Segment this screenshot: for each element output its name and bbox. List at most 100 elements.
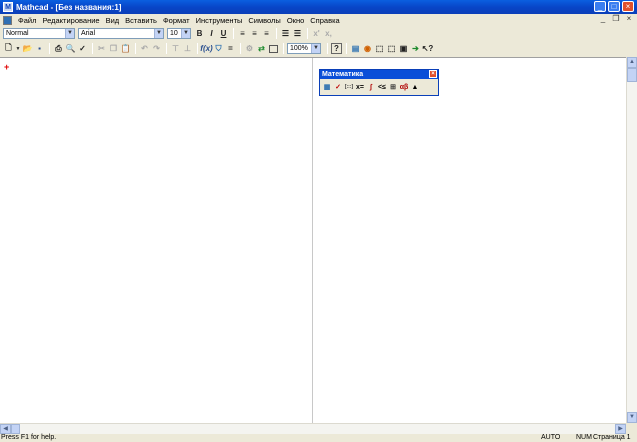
menu-format[interactable]: Формат	[160, 16, 193, 25]
resource-globe-icon[interactable]: ◉	[362, 43, 373, 54]
spellcheck-icon[interactable]: ✓	[77, 43, 88, 54]
calculate-icon[interactable]: =	[225, 43, 236, 54]
calculator-palette-icon[interactable]: ▦	[322, 82, 332, 92]
toolbar-separator	[233, 28, 234, 39]
calculus-palette-icon[interactable]: ∫	[366, 82, 376, 92]
chevron-down-icon: ▼	[154, 29, 163, 38]
new-dropdown-icon[interactable]: ▼	[15, 43, 21, 54]
palette-title-bar[interactable]: Математика ×	[320, 70, 438, 79]
horizontal-scroll-thumb[interactable]	[11, 424, 20, 434]
align-center-button[interactable]: ≡	[249, 28, 260, 39]
font-select[interactable]: Arial ▼	[78, 28, 164, 39]
math-palette: Математика × ▦ ✓ [:::] x= ∫ <≤ ⊞ αβ ▲	[319, 69, 439, 96]
doc-close-button[interactable]: ×	[624, 14, 634, 24]
boolean-palette-icon[interactable]: <≤	[377, 82, 387, 92]
document-icon[interactable]	[3, 15, 12, 25]
status-bar: Press F1 for help. AUTO NUM Страница 1	[0, 434, 637, 442]
print-preview-icon[interactable]: 🔍	[65, 43, 76, 54]
scroll-down-icon[interactable]: ▼	[627, 412, 637, 423]
toolbar-separator	[276, 28, 277, 39]
toolbar-separator	[197, 43, 198, 54]
chevron-down-icon: ▼	[181, 29, 190, 38]
menu-help[interactable]: Справка	[307, 16, 342, 25]
status-auto: AUTO	[541, 434, 561, 441]
resource-center-icon[interactable]: ⇄	[256, 43, 267, 54]
title-bar[interactable]: M Mathcad - [Без названия:1] _ □ ×	[0, 0, 637, 14]
vertical-scroll-thumb[interactable]	[627, 68, 637, 82]
menu-symbolics[interactable]: Символы	[245, 16, 283, 25]
font-size-value: 10	[170, 30, 178, 37]
scroll-left-icon[interactable]: ◀	[0, 424, 11, 434]
component-wizard-icon[interactable]: ⬚	[374, 43, 385, 54]
zoom-select[interactable]: 100% ▼	[287, 43, 321, 54]
style-value: Normal	[6, 30, 29, 37]
help-button[interactable]: ?	[331, 43, 342, 54]
insert-component-icon[interactable]: ⚙	[244, 43, 255, 54]
menu-insert[interactable]: Вставить	[122, 16, 160, 25]
maximize-button[interactable]: □	[608, 1, 620, 12]
scripted-component-icon[interactable]: ⬚	[386, 43, 397, 54]
evaluation-palette-icon[interactable]: x=	[355, 82, 365, 92]
status-num: NUM	[576, 434, 592, 441]
superscript-button[interactable]: x,	[323, 28, 334, 39]
align-right-button[interactable]: ≡	[261, 28, 272, 39]
symbolic-palette-icon[interactable]: ▲	[410, 82, 420, 92]
menu-window[interactable]: Окно	[284, 16, 307, 25]
matrix-palette-icon[interactable]: [:::]	[344, 82, 354, 92]
align-left-button[interactable]: ≡	[237, 28, 248, 39]
subscript-button[interactable]: x'	[311, 28, 322, 39]
scroll-right-icon[interactable]: ▶	[615, 424, 626, 434]
graph-palette-icon[interactable]: ✓	[333, 82, 343, 92]
undo-icon[interactable]: ↶	[139, 43, 150, 54]
copy-icon[interactable]: ❐	[108, 43, 119, 54]
horizontal-scrollbar[interactable]: ◀ ▶	[0, 423, 626, 434]
toolbar-separator	[135, 43, 136, 54]
camera-icon[interactable]: ▣	[398, 43, 409, 54]
paste-icon[interactable]: 📋	[120, 43, 131, 54]
menu-edit[interactable]: Редактирование	[39, 16, 102, 25]
insert-function-icon[interactable]: f(x)	[200, 43, 212, 54]
style-select[interactable]: Normal ▼	[3, 28, 75, 39]
zoom-value: 100%	[290, 45, 308, 52]
align-across-icon[interactable]: ⊥	[182, 43, 193, 54]
menu-tools[interactable]: Инструменты	[193, 16, 246, 25]
close-button[interactable]: ×	[622, 1, 634, 12]
standard-toolbar: 🗋 ▼ 📂 ▪ ⎙ 🔍 ✓ ✂ ❐ 📋 ↶ ↷ ⊤ ⊥ f(x) ⛉ = ⚙ ⇄…	[0, 42, 637, 55]
arrow-icon[interactable]: ➔	[410, 43, 421, 54]
whats-this-help-icon[interactable]: ↖?	[422, 43, 434, 54]
open-folder-icon[interactable]: 📂	[22, 43, 33, 54]
menu-file[interactable]: Файл	[15, 16, 39, 25]
insert-unit-icon[interactable]: ⛉	[213, 43, 224, 54]
quicksheets-icon[interactable]: ▤	[350, 43, 361, 54]
programming-palette-icon[interactable]: ⊞	[388, 82, 398, 92]
region-icon[interactable]	[268, 43, 279, 54]
print-icon[interactable]: ⎙	[53, 43, 64, 54]
palette-close-button[interactable]: ×	[429, 70, 437, 78]
font-value: Arial	[81, 30, 96, 37]
italic-button[interactable]: I	[206, 28, 217, 39]
menu-view[interactable]: Вид	[103, 16, 123, 25]
underline-button[interactable]: U	[218, 28, 229, 39]
page-boundary-line	[312, 58, 313, 424]
numbered-list-button[interactable]: ☰	[292, 28, 303, 39]
bold-button[interactable]: B	[194, 28, 205, 39]
cut-icon[interactable]: ✂	[96, 43, 107, 54]
mathcad-window: M Mathcad - [Без названия:1] _ □ × Файл …	[0, 0, 637, 442]
greek-palette-icon[interactable]: αβ	[399, 82, 409, 92]
status-help-text: Press F1 for help.	[1, 434, 57, 441]
save-icon[interactable]: ▪	[34, 43, 45, 54]
menu-bar: Файл Редактирование Вид Вставить Формат …	[0, 14, 637, 26]
bullet-list-button[interactable]: ☰	[280, 28, 291, 39]
doc-restore-button[interactable]: ❐	[611, 14, 621, 24]
chevron-down-icon: ▼	[65, 29, 74, 38]
align-top-icon[interactable]: ⊤	[170, 43, 181, 54]
redo-icon[interactable]: ↷	[151, 43, 162, 54]
doc-minimize-button[interactable]: _	[598, 14, 608, 24]
scroll-up-icon[interactable]: ▲	[627, 57, 637, 68]
new-document-icon[interactable]: 🗋	[3, 43, 14, 54]
toolbar-separator	[283, 43, 284, 54]
worksheet-area[interactable]: +	[0, 57, 626, 424]
minimize-button[interactable]: _	[594, 1, 606, 12]
vertical-scrollbar[interactable]: ▲ ▼	[626, 57, 637, 423]
font-size-select[interactable]: 10 ▼	[167, 28, 191, 39]
